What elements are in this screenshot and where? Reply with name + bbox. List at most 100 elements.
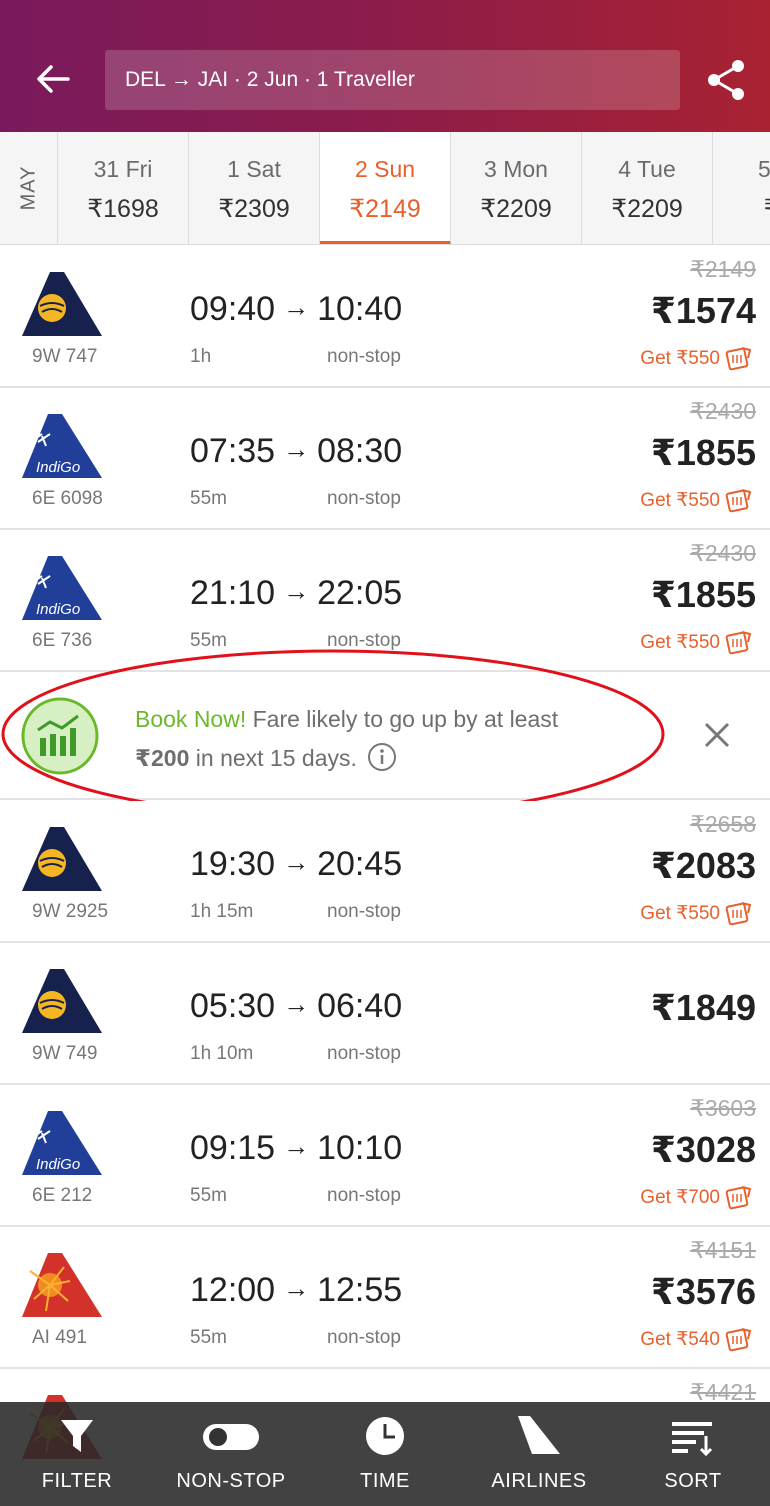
flight-times: 09:15 → 10:10 bbox=[190, 1129, 402, 1168]
time-button[interactable]: TIME bbox=[308, 1402, 462, 1506]
original-price: ₹4151 bbox=[690, 1237, 756, 1263]
flight-duration: 1h 15m bbox=[190, 901, 254, 922]
flight-stops: non-stop bbox=[327, 901, 401, 922]
share-button[interactable] bbox=[700, 54, 752, 106]
date-tab[interactable]: 5 W ₹1 bbox=[713, 132, 770, 244]
cashback-offer: Get ₹550 bbox=[640, 346, 752, 372]
flight-row[interactable]: AI 491 12:00 → 12:55 55m non-stop ₹4151 ₹3… bbox=[0, 1227, 770, 1369]
cashback-tag-icon bbox=[725, 1186, 751, 1210]
arrival-time: 08:30 bbox=[317, 432, 403, 470]
app-header: DEL → JAI · 2 Jun · 1 Traveller bbox=[0, 0, 770, 132]
date-tab[interactable]: 1 Sat ₹2309 bbox=[189, 132, 320, 244]
arrival-time: 06:40 bbox=[317, 987, 403, 1025]
indigo-logo bbox=[21, 1110, 103, 1176]
departure-time: 12:00 bbox=[190, 1271, 276, 1309]
flight-stops: non-stop bbox=[327, 630, 401, 651]
date-tab-selected[interactable]: 2 Sun ₹2149 bbox=[320, 132, 451, 244]
flight-number: 9W 2925 bbox=[32, 901, 109, 922]
original-price: ₹2430 bbox=[690, 540, 756, 566]
cashback-offer: Get ₹550 bbox=[640, 630, 752, 656]
fare-price: ₹3028 bbox=[650, 1129, 756, 1170]
fare-alert-banner: Book Now! Fare likely to go up by at lea… bbox=[0, 672, 770, 800]
back-button[interactable] bbox=[30, 56, 76, 102]
filter-icon bbox=[61, 1420, 93, 1452]
original-price: ₹2430 bbox=[690, 398, 756, 424]
sort-button[interactable]: SORT bbox=[616, 1402, 770, 1506]
arrow-right-icon: → bbox=[283, 989, 310, 1019]
arrow-right-icon: → bbox=[283, 1131, 310, 1161]
flight-stops: non-stop bbox=[327, 1043, 401, 1064]
flight-duration: 55m bbox=[190, 1327, 227, 1348]
share-icon bbox=[708, 60, 744, 100]
flight-times: 21:10 → 22:05 bbox=[190, 574, 402, 613]
jet-airways-logo bbox=[21, 271, 103, 337]
flight-duration: 1h 10m bbox=[190, 1043, 254, 1064]
date-tab[interactable]: 31 Fri ₹1698 bbox=[58, 132, 189, 244]
arrow-right-icon: → bbox=[283, 1273, 310, 1303]
jet-airways-logo bbox=[21, 826, 103, 892]
arrow-right-icon: → bbox=[283, 847, 310, 877]
fare-price: ₹1849 bbox=[650, 987, 756, 1028]
indigo-logo bbox=[21, 413, 103, 479]
cashback-tag-icon bbox=[725, 902, 751, 926]
arrow-right-icon: → bbox=[283, 434, 310, 464]
flight-row[interactable]: 6E 6098 07:35 → 08:30 55m non-stop ₹2430 ₹… bbox=[0, 388, 770, 530]
fare-price: ₹1574 bbox=[650, 290, 756, 331]
month-label: MAY bbox=[0, 132, 58, 244]
flight-times: 05:30 → 06:40 bbox=[190, 987, 402, 1026]
flight-row[interactable]: 9W 749 05:30 → 06:40 1h 10m non-stop ₹1849 bbox=[0, 943, 770, 1085]
cashback-offer: Get ₹550 bbox=[640, 901, 752, 927]
flight-number: 6E 6098 bbox=[32, 488, 103, 509]
flight-row[interactable]: 9W 747 09:40 → 10:40 1h non-stop ₹2149 ₹15… bbox=[0, 246, 770, 388]
flight-stops: non-stop bbox=[327, 346, 401, 367]
departure-time: 05:30 bbox=[190, 987, 276, 1025]
arrow-left-icon bbox=[37, 65, 70, 93]
original-price: ₹2658 bbox=[690, 811, 756, 837]
flight-row[interactable]: 6E 212 09:15 → 10:10 55m non-stop ₹3603 ₹3… bbox=[0, 1085, 770, 1227]
flight-number: AI 491 bbox=[32, 1327, 87, 1348]
flight-duration: 55m bbox=[190, 1185, 227, 1206]
arrow-right-icon: → bbox=[283, 292, 310, 322]
arrival-time: 10:40 bbox=[317, 290, 403, 328]
fare-price: ₹1855 bbox=[650, 574, 756, 615]
arrival-time: 12:55 bbox=[317, 1271, 403, 1309]
non-stop-toggle[interactable]: NON-STOP bbox=[154, 1402, 308, 1506]
departure-time: 09:40 bbox=[190, 290, 276, 328]
flight-row[interactable]: 6E 736 21:10 → 22:05 55m non-stop ₹2430 ₹1… bbox=[0, 530, 770, 672]
original-price: ₹3603 bbox=[690, 1095, 756, 1121]
toggle-icon bbox=[203, 1424, 259, 1450]
flight-number: 6E 212 bbox=[32, 1185, 93, 1206]
airlines-button[interactable]: AIRLINES bbox=[462, 1402, 616, 1506]
fare-alert-message: Book Now! Fare likely to go up by at lea… bbox=[135, 706, 559, 772]
bottom-toolbar: FILTER NON-STOP TIME AIRLINES SORT bbox=[0, 1402, 770, 1506]
flight-stops: non-stop bbox=[327, 488, 401, 509]
airline-tail-icon bbox=[518, 1416, 560, 1454]
date-strip: MAY 31 Fri ₹1698 1 Sat ₹2309 2 Sun ₹2149… bbox=[0, 132, 770, 245]
date-tab[interactable]: 4 Tue ₹2209 bbox=[582, 132, 713, 244]
arrow-right-icon: → bbox=[283, 576, 310, 606]
air-india-logo bbox=[21, 1252, 103, 1318]
jet-airways-logo bbox=[21, 968, 103, 1034]
indigo-logo bbox=[21, 555, 103, 621]
clock-icon bbox=[366, 1417, 404, 1455]
date-tab[interactable]: 3 Mon ₹2209 bbox=[451, 132, 582, 244]
flight-duration: 55m bbox=[190, 488, 227, 509]
close-icon[interactable] bbox=[700, 718, 734, 752]
search-summary[interactable]: DEL → JAI · 2 Jun · 1 Traveller bbox=[105, 50, 680, 110]
info-icon[interactable] bbox=[367, 742, 397, 772]
cashback-offer: Get ₹700 bbox=[640, 1185, 752, 1211]
sort-icon bbox=[672, 1422, 713, 1457]
arrival-time: 22:05 bbox=[317, 574, 403, 612]
filter-button[interactable]: FILTER bbox=[0, 1402, 154, 1506]
fare-price: ₹1855 bbox=[650, 432, 756, 473]
arrival-time: 10:10 bbox=[317, 1129, 403, 1167]
flight-number: 9W 749 bbox=[32, 1043, 98, 1064]
flight-row[interactable]: 9W 2925 19:30 → 20:45 1h 15m non-stop ₹265… bbox=[0, 801, 770, 943]
fare-price: ₹2083 bbox=[650, 845, 756, 886]
trend-chart-icon bbox=[21, 697, 99, 775]
departure-time: 19:30 bbox=[190, 845, 276, 883]
cashback-tag-icon bbox=[725, 347, 751, 371]
arrival-time: 20:45 bbox=[317, 845, 403, 883]
flight-duration: 55m bbox=[190, 630, 227, 651]
departure-time: 21:10 bbox=[190, 574, 276, 612]
